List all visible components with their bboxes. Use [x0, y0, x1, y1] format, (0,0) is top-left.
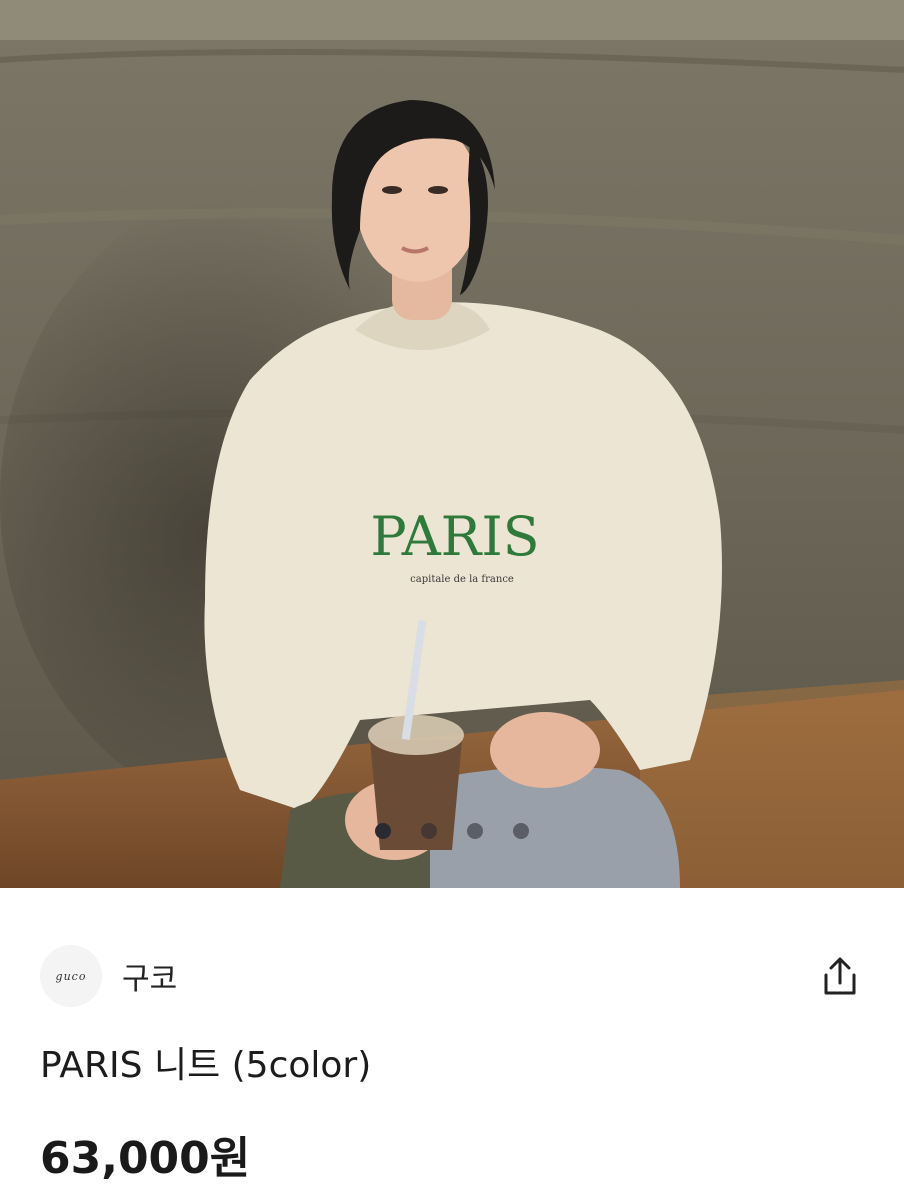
share-icon [824, 957, 856, 995]
product-title: PARIS 니트 (5color) [40, 1045, 372, 1086]
product-price: 63,000원 [40, 1133, 251, 1184]
seller-logo-text: guco [55, 969, 87, 983]
seller-avatar[interactable]: guco [40, 945, 102, 1007]
carousel-dot[interactable] [375, 823, 391, 839]
share-button[interactable] [818, 955, 862, 999]
sweater-print-title: PARIS [370, 505, 539, 568]
carousel-dot[interactable] [513, 823, 529, 839]
product-detail-page: PARIS capitale de la france guco 구코 PARI… [0, 0, 904, 1200]
seller-name[interactable]: 구코 [122, 954, 177, 998]
product-photo: PARIS capitale de la france [0, 0, 904, 888]
product-image-carousel[interactable]: PARIS capitale de la france [0, 0, 904, 888]
carousel-dot[interactable] [421, 823, 437, 839]
carousel-indicators [0, 820, 904, 842]
carousel-dot[interactable] [467, 823, 483, 839]
sweater-print-subtitle: capitale de la france [410, 574, 514, 585]
seller-info[interactable]: guco 구코 [40, 944, 177, 1008]
